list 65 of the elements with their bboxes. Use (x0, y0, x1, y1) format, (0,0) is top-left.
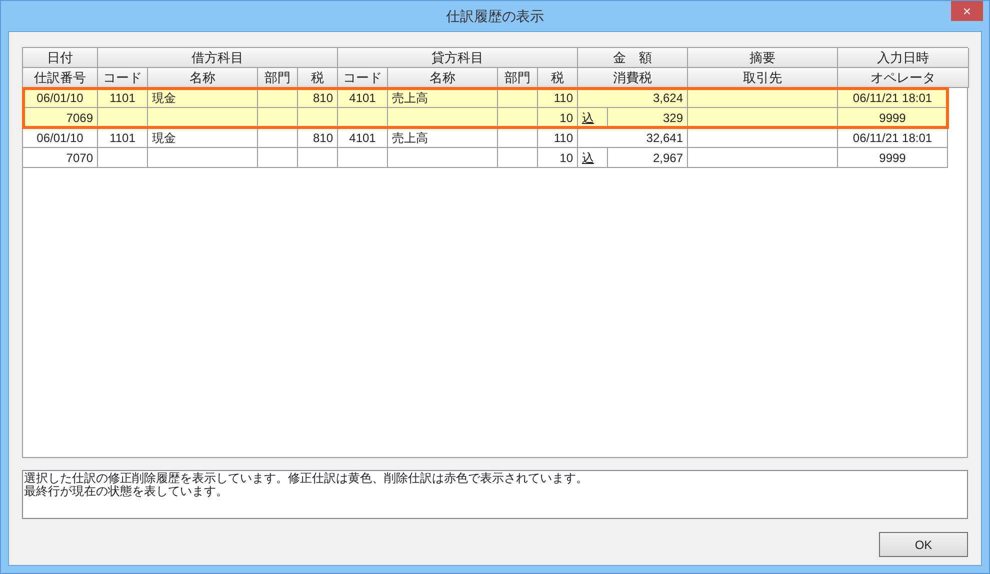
table-cell: 7069 (23, 108, 98, 128)
column-header: 部門 (258, 68, 298, 88)
table-cell: 329 (608, 108, 688, 128)
table-cell: 3,624 (578, 88, 688, 108)
table-cell (258, 108, 298, 128)
table-cell: 810 (298, 88, 338, 108)
table-cell (298, 108, 338, 128)
window-title: 仕訳履歴の表示 (446, 6, 544, 26)
table-cell (98, 108, 148, 128)
table-cell: 4101 (338, 128, 388, 148)
table-cell: 110 (538, 88, 578, 108)
table-cell: 10 (538, 108, 578, 128)
column-header: 名称 (148, 68, 258, 88)
column-group-header: 摘要 (688, 48, 838, 68)
table-cell: 810 (298, 128, 338, 148)
table-cell: 06/01/10 (23, 128, 98, 148)
table-cell: 現金 (148, 88, 258, 108)
table-cell (498, 148, 538, 168)
table-cell: 1101 (98, 88, 148, 108)
column-header: 消費税 (578, 68, 688, 88)
table-cell: 06/11/21 18:01 (838, 128, 948, 148)
table-cell: 込 (578, 108, 608, 128)
column-header: 税 (538, 68, 578, 88)
table-cell (298, 148, 338, 168)
column-header: コード (338, 68, 388, 88)
table-cell: 2,967 (608, 148, 688, 168)
column-group-header: 金 額 (578, 48, 688, 68)
table-cell: 売上高 (388, 88, 498, 108)
column-group-header: 日付 (23, 48, 98, 68)
table-cell: 32,641 (578, 128, 688, 148)
column-header: 仕訳番号 (23, 68, 98, 88)
table-cell: 売上高 (388, 128, 498, 148)
column-group-header: 貸方科目 (338, 48, 578, 68)
column-header: オペレータ (838, 68, 969, 88)
table-cell: 1101 (98, 128, 148, 148)
table-cell: 込 (578, 148, 608, 168)
table-cell (98, 148, 148, 168)
column-header: 取引先 (688, 68, 838, 88)
column-header: コード (98, 68, 148, 88)
table-cell (498, 128, 538, 148)
message-text: 選択した仕訳の修正削除履歴を表示しています。修正仕訳は黄色、削除仕訳は赤色で表示されています。 (24, 472, 589, 485)
table-cell: 110 (538, 128, 578, 148)
table-cell: 現金 (148, 128, 258, 148)
table-cell (338, 108, 388, 128)
table-cell (498, 108, 538, 128)
message-text: 最終行が現在の状態を表しています。 (24, 485, 229, 498)
table-cell: 9999 (838, 148, 948, 168)
table-cell (258, 88, 298, 108)
table-cell: 4101 (338, 88, 388, 108)
ok-button[interactable]: OK (879, 532, 968, 557)
table-cell: 7070 (23, 148, 98, 168)
close-button[interactable]: × (951, 1, 983, 21)
table-cell: 06/11/21 18:01 (838, 88, 948, 108)
table-cell (258, 148, 298, 168)
table-cell: 10 (538, 148, 578, 168)
table-cell: 9999 (838, 108, 948, 128)
table-cell (258, 128, 298, 148)
table-cell (338, 148, 388, 168)
column-header: 名称 (388, 68, 498, 88)
column-group-header: 入力日時 (838, 48, 969, 68)
column-group-header: 借方科目 (98, 48, 338, 68)
column-header: 部門 (498, 68, 538, 88)
column-header: 税 (298, 68, 338, 88)
table-cell: 06/01/10 (23, 88, 98, 108)
table-cell (498, 88, 538, 108)
